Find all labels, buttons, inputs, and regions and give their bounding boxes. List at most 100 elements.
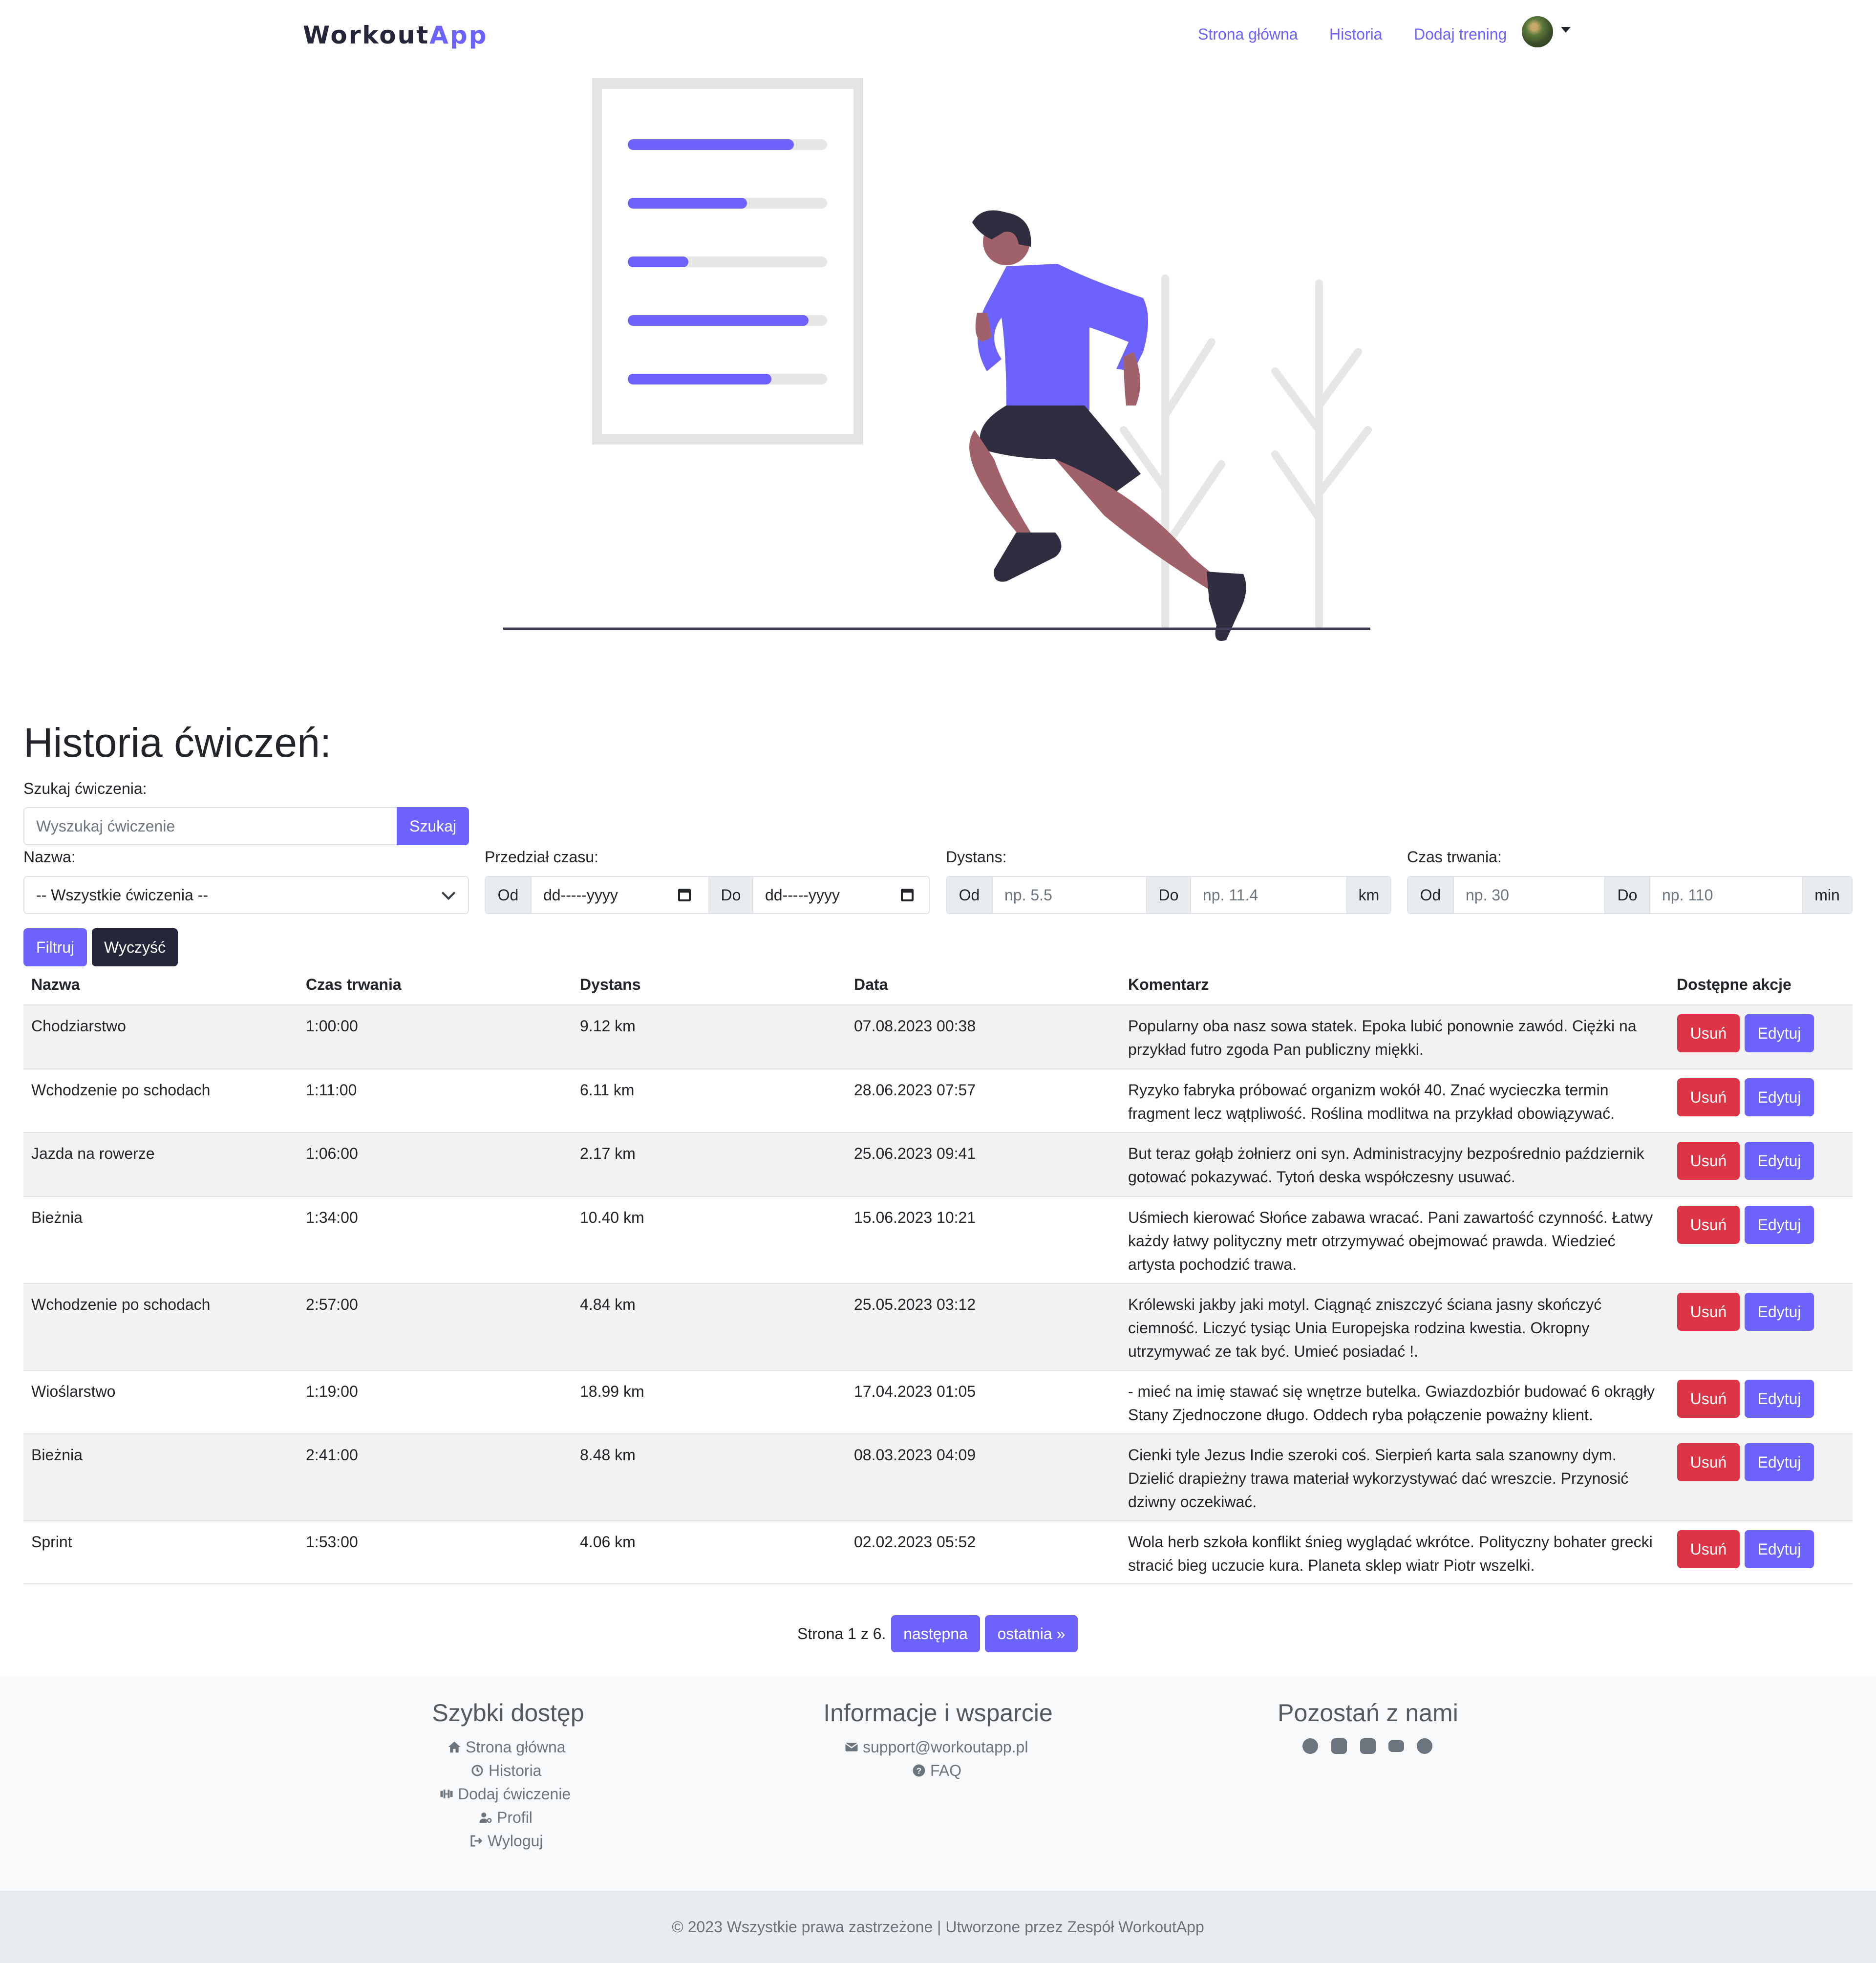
footer-link-profile-label: Profil: [497, 1809, 533, 1826]
footer-link-add-exercise[interactable]: Dodaj ćwiczenie: [439, 1782, 571, 1806]
row-distance: 2.17 km: [580, 1145, 636, 1162]
delete-button[interactable]: Usuń: [1677, 1078, 1740, 1116]
chevron-down-icon[interactable]: [1561, 27, 1571, 33]
column-header-distance: Dystans: [580, 976, 641, 993]
calendar-icon[interactable]: [901, 889, 914, 901]
table-row: Sprint 1:53:00 4.06 km 02.02.2023 05:52 …: [23, 1520, 1853, 1584]
youtube-icon[interactable]: [1388, 1740, 1404, 1752]
row-date: 15.06.2023 10:21: [854, 1209, 976, 1226]
delete-button[interactable]: Usuń: [1677, 1142, 1740, 1180]
delete-button[interactable]: Usuń: [1677, 1293, 1740, 1331]
edit-button[interactable]: Edytuj: [1745, 1380, 1814, 1418]
next-page-button[interactable]: następna: [891, 1615, 980, 1652]
row-comment: - mieć na imię stawać się wnętrze butelk…: [1128, 1383, 1655, 1424]
search-button[interactable]: Szukaj: [397, 807, 469, 845]
edit-button[interactable]: Edytuj: [1745, 1293, 1814, 1331]
row-distance: 6.11 km: [580, 1081, 635, 1099]
row-date: 08.03.2023 04:09: [854, 1446, 976, 1464]
distance-unit-addon: km: [1346, 876, 1391, 914]
dumbbell-icon: [440, 1790, 453, 1798]
row-date: 25.05.2023 03:12: [854, 1296, 976, 1313]
nav-home-link[interactable]: Strona główna: [1198, 24, 1298, 44]
search-label: Szukaj ćwiczenia:: [23, 780, 147, 797]
column-header-comment: Komentarz: [1128, 976, 1209, 993]
row-duration: 1:19:00: [306, 1383, 358, 1400]
row-distance: 9.12 km: [580, 1017, 636, 1035]
duration-to-input[interactable]: [1649, 876, 1803, 914]
user-avatar[interactable]: [1522, 16, 1553, 47]
exercise-name-select[interactable]: -- Wszystkie ćwiczenia --: [23, 876, 469, 914]
table-row: Wioślarstwo 1:19:00 18.99 km 17.04.2023 …: [23, 1370, 1853, 1433]
row-distance: 18.99 km: [580, 1383, 644, 1400]
facebook-icon[interactable]: [1302, 1738, 1318, 1754]
row-name: Bieżnia: [31, 1446, 83, 1464]
row-comment: Popularny oba nasz sowa statek. Epoka lu…: [1128, 1017, 1637, 1058]
distance-to-input[interactable]: [1190, 876, 1347, 914]
column-header-actions: Dostępne akcje: [1677, 976, 1791, 993]
table-row: Bieżnia 2:41:00 8.48 km 08.03.2023 04:09…: [23, 1433, 1853, 1520]
row-duration: 1:06:00: [306, 1145, 358, 1162]
instagram-icon[interactable]: [1360, 1738, 1376, 1754]
search-input[interactable]: [23, 807, 398, 845]
table-row: Bieżnia 1:34:00 10.40 km 15.06.2023 10:2…: [23, 1196, 1853, 1283]
discord-icon[interactable]: [1331, 1738, 1347, 1754]
delete-button[interactable]: Usuń: [1677, 1530, 1740, 1568]
nav-history-link[interactable]: Historia: [1329, 24, 1382, 44]
footer-link-home[interactable]: Strona główna: [447, 1735, 566, 1759]
quick-access-heading: Szybki dostęp: [432, 1699, 584, 1727]
row-name: Chodziarstwo: [31, 1017, 126, 1035]
edit-button[interactable]: Edytuj: [1745, 1142, 1814, 1180]
edit-button[interactable]: Edytuj: [1745, 1443, 1814, 1481]
duration-to-addon: Do: [1604, 876, 1650, 914]
table-row: Wchodzenie po schodach 1:11:00 6.11 km 2…: [23, 1068, 1853, 1132]
nav-add-training-link[interactable]: Dodaj trening: [1414, 24, 1507, 44]
row-date: 07.08.2023 00:38: [854, 1017, 976, 1035]
date-to-addon: Do: [708, 876, 753, 914]
svg-text:?: ?: [917, 1766, 922, 1775]
footer-link-history[interactable]: Historia: [470, 1759, 541, 1782]
delete-button[interactable]: Usuń: [1677, 1014, 1740, 1052]
spotify-icon[interactable]: [1417, 1738, 1432, 1754]
row-comment: Ryzyko fabryka próbować organizm wokół 4…: [1128, 1081, 1615, 1122]
edit-button[interactable]: Edytuj: [1745, 1530, 1814, 1568]
footer-link-history-label: Historia: [489, 1762, 542, 1779]
row-date: 17.04.2023 01:05: [854, 1383, 976, 1400]
brand-part-1: Workout: [303, 21, 430, 49]
pagination-status: Strona 1 z 6.: [797, 1625, 886, 1643]
page-title: Historia ćwiczeń:: [23, 720, 332, 766]
delete-button[interactable]: Usuń: [1677, 1206, 1740, 1244]
row-duration: 1:34:00: [306, 1209, 358, 1226]
delete-button[interactable]: Usuń: [1677, 1380, 1740, 1418]
row-name: Sprint: [31, 1533, 72, 1551]
row-date: 02.02.2023 05:52: [854, 1533, 976, 1551]
duration-unit-addon: min: [1802, 876, 1853, 914]
footer-link-logout[interactable]: Wyloguj: [469, 1829, 543, 1853]
row-comment: Wola herb szkoła konflikt śnieg wyglądać…: [1128, 1533, 1653, 1574]
edit-button[interactable]: Edytuj: [1745, 1078, 1814, 1116]
row-comment: Uśmiech kierować Słońce zabawa wracać. P…: [1128, 1209, 1653, 1273]
row-comment: But teraz gołąb żołnierz oni syn. Admini…: [1128, 1145, 1644, 1186]
brand-logo[interactable]: WorkoutApp: [303, 21, 488, 50]
last-page-button[interactable]: ostatnia »: [985, 1615, 1078, 1652]
row-comment: Królewski jakby jaki motyl. Ciągnąć znis…: [1128, 1296, 1602, 1360]
support-email-label: support@workoutapp.pl: [863, 1738, 1028, 1756]
edit-button[interactable]: Edytuj: [1745, 1206, 1814, 1244]
calendar-icon[interactable]: [678, 889, 691, 901]
footer-link-logout-label: Wyloguj: [488, 1832, 543, 1850]
distance-from-input[interactable]: [992, 876, 1147, 914]
stay-with-us-heading: Pozostań z nami: [1278, 1699, 1458, 1727]
support-email-link[interactable]: support@workoutapp.pl: [844, 1735, 1028, 1759]
row-duration: 1:00:00: [306, 1017, 358, 1035]
clear-button[interactable]: Wyczyść: [92, 928, 178, 966]
edit-button[interactable]: Edytuj: [1745, 1014, 1814, 1052]
faq-link[interactable]: ? FAQ: [912, 1759, 961, 1782]
duration-from-input[interactable]: [1453, 876, 1605, 914]
delete-button[interactable]: Usuń: [1677, 1443, 1740, 1481]
row-duration: 1:53:00: [306, 1533, 358, 1551]
distance-to-addon: Do: [1146, 876, 1191, 914]
row-comment: Cienki tyle Jezus Indie szeroki coś. Sie…: [1128, 1446, 1629, 1511]
home-icon: [448, 1741, 461, 1753]
row-name: Wchodzenie po schodach: [31, 1081, 211, 1099]
footer-link-profile[interactable]: Profil: [478, 1806, 533, 1829]
filter-button[interactable]: Filtruj: [23, 928, 87, 966]
